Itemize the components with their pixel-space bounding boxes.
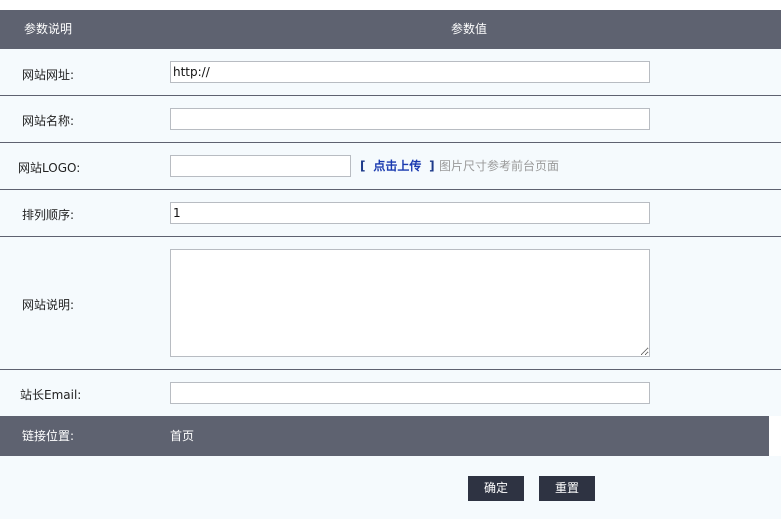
admin-email-label: 站长Email:	[20, 388, 82, 402]
admin-email-input[interactable]	[170, 382, 650, 404]
row-site-url: 网站网址:	[0, 49, 781, 95]
site-description-label: 网站说明:	[22, 298, 75, 312]
row-site-description: 网站说明:	[0, 237, 781, 369]
site-name-input[interactable]	[170, 108, 650, 130]
upload-link[interactable]: 点击上传	[373, 159, 421, 173]
upload-bracket-open: [	[360, 159, 366, 173]
confirm-button[interactable]: 确定	[468, 476, 524, 501]
sort-order-input[interactable]	[170, 202, 650, 224]
site-url-label: 网站网址:	[22, 68, 75, 82]
header-value-column: 参数值	[451, 22, 488, 36]
header-label-column: 参数说明	[24, 22, 73, 36]
upload-bracket-close: ]	[429, 159, 435, 173]
logo-size-hint: 图片尺寸参考前台页面	[439, 159, 560, 173]
upload-control: [ 点击上传 ]	[360, 155, 435, 177]
reset-button[interactable]: 重置	[539, 476, 595, 501]
row-admin-email: 站长Email:	[0, 370, 781, 416]
link-position-edge	[768, 416, 781, 456]
row-sort-order: 排列顺序:	[0, 190, 781, 236]
site-name-label: 网站名称:	[22, 114, 75, 128]
link-position-row: 链接位置: 首页	[0, 416, 768, 456]
site-url-input[interactable]	[170, 61, 650, 83]
link-position-label: 链接位置:	[22, 429, 75, 443]
sort-order-label: 排列顺序:	[22, 208, 75, 222]
row-site-name: 网站名称:	[0, 96, 781, 142]
link-position-value: 首页	[170, 429, 195, 443]
table-header: 参数说明 参数值	[0, 10, 781, 49]
top-spacer	[0, 0, 781, 10]
site-description-textarea[interactable]	[170, 249, 650, 357]
row-site-logo: 网站LOGO: [ 点击上传 ] 图片尺寸参考前台页面	[0, 143, 781, 189]
site-logo-label: 网站LOGO:	[18, 161, 81, 175]
site-logo-input[interactable]	[170, 155, 351, 177]
